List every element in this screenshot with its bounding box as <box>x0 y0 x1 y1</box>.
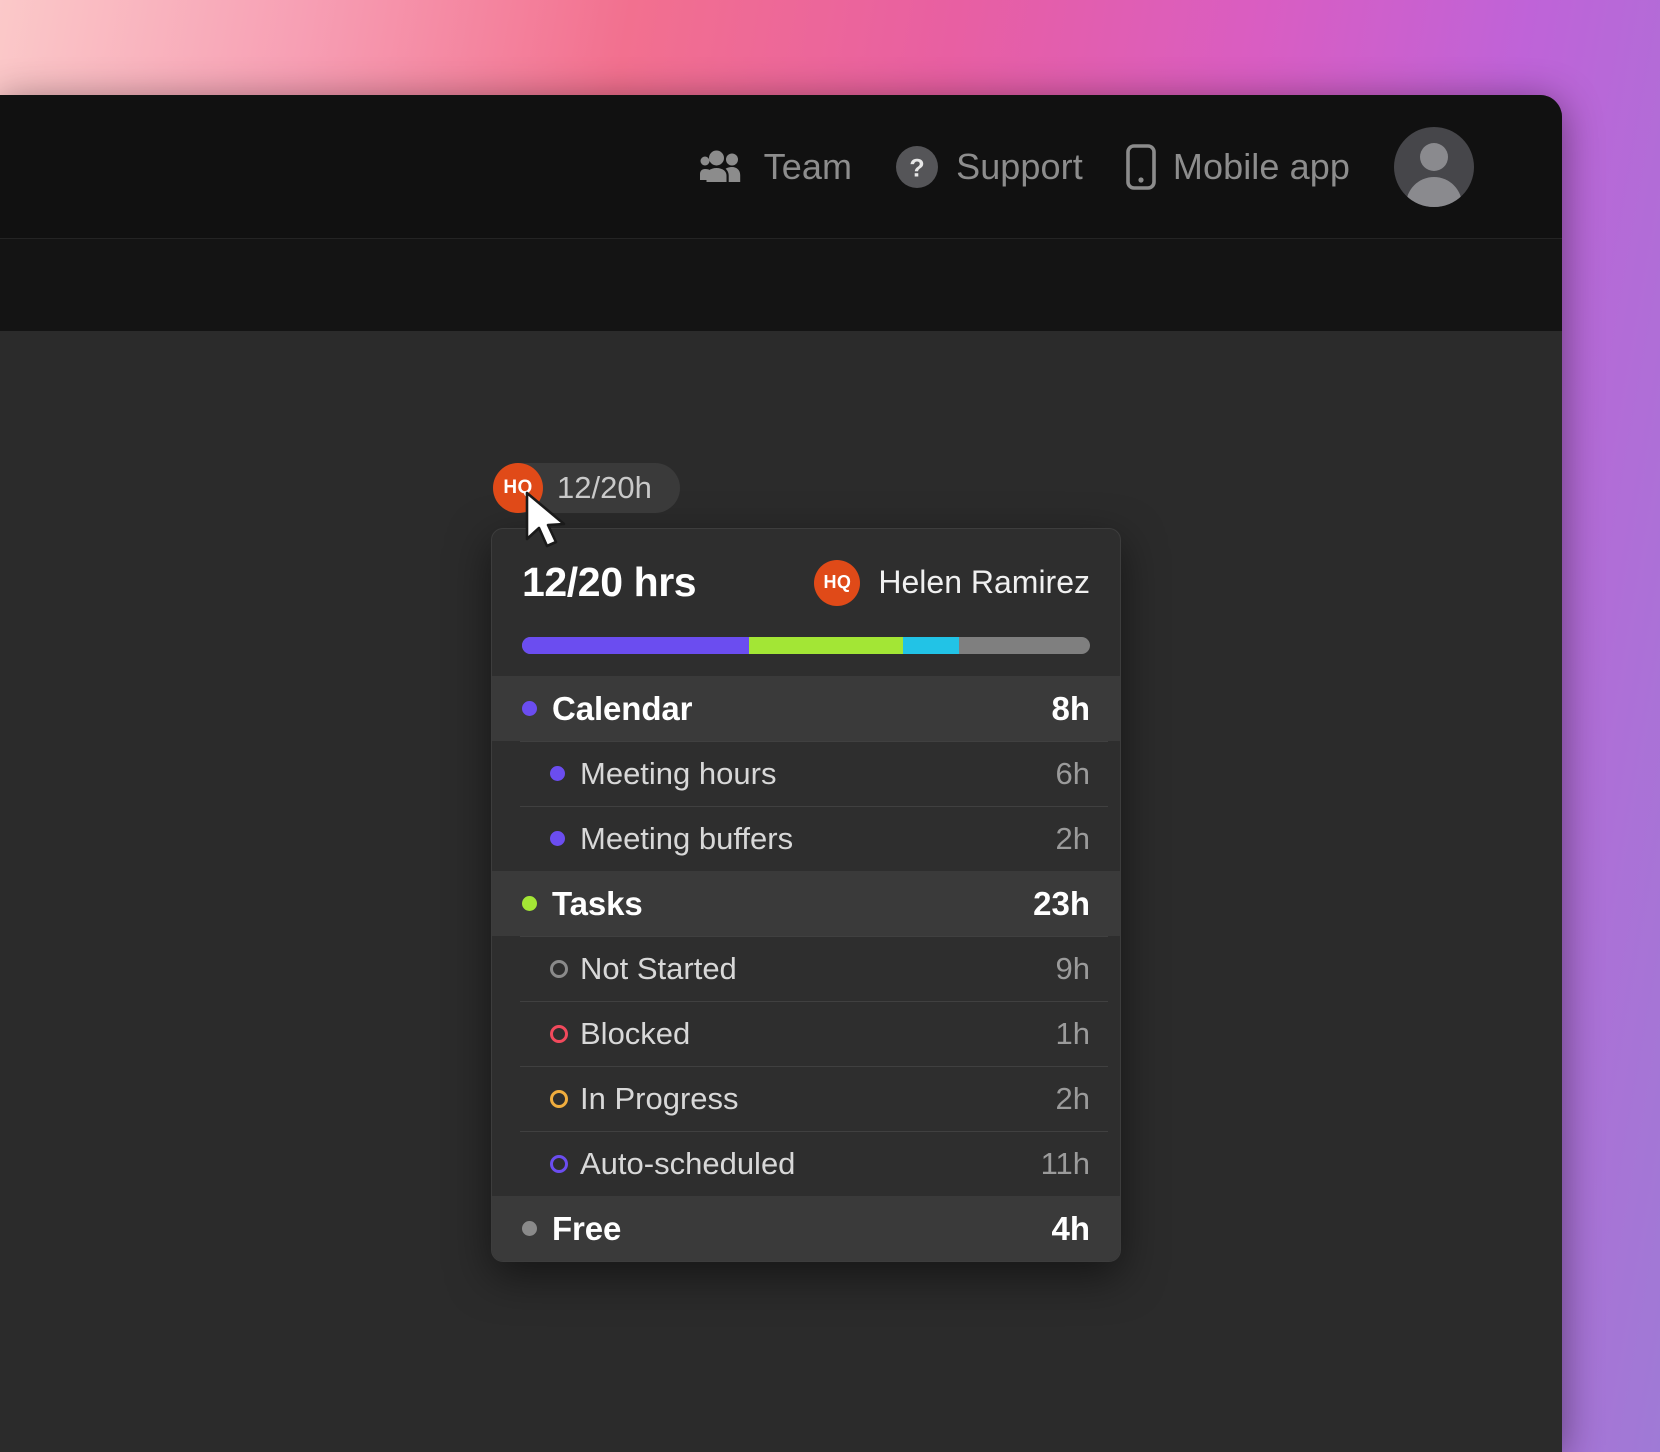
chip-hours-label: 12/20h <box>557 470 652 505</box>
workload-progress-bar <box>522 637 1090 654</box>
card-owner[interactable]: HQ Helen Ramirez <box>814 559 1090 606</box>
ring-amber-icon <box>550 1089 568 1108</box>
row-meeting-buffers[interactable]: Meeting buffers 2h <box>492 806 1120 871</box>
avatar-body-shape <box>1406 176 1462 207</box>
mobile-phone-icon <box>1125 143 1157 191</box>
hours-chip[interactable]: HQ 12/20h <box>493 463 680 513</box>
nav-item-mobile-app[interactable]: Mobile app <box>1125 143 1350 191</box>
row-marker <box>550 959 580 978</box>
secondary-toolbar <box>0 238 1562 331</box>
row-tasks[interactable]: Tasks 23h <box>492 871 1120 936</box>
row-value: 1h <box>1055 1015 1090 1051</box>
row-label: Auto-scheduled <box>580 1145 796 1181</box>
owner-initials-badge: HQ <box>814 559 861 606</box>
progress-segment-in-progress <box>902 637 960 654</box>
top-navigation-bar: Team ? Support Mobile app <box>0 95 1562 238</box>
team-icon <box>699 147 748 187</box>
row-meeting-hours[interactable]: Meeting hours 6h <box>492 741 1120 806</box>
row-value: 6h <box>1055 755 1090 791</box>
help-circle-icon: ? <box>894 144 940 190</box>
row-in-progress[interactable]: In Progress 2h <box>492 1066 1120 1131</box>
nav-item-team[interactable]: Team <box>699 145 853 188</box>
ring-gray-icon <box>550 959 568 978</box>
nav-item-label: Mobile app <box>1172 145 1350 187</box>
progress-segment-calendar <box>522 637 750 654</box>
nav-item-support[interactable]: ? Support <box>894 144 1083 190</box>
row-marker <box>522 896 552 911</box>
row-marker <box>522 701 552 716</box>
row-value: 2h <box>1055 820 1090 856</box>
chip-initials-badge: HQ <box>493 463 543 513</box>
row-marker <box>550 1154 580 1173</box>
row-label: In Progress <box>580 1080 739 1116</box>
row-label: Not Started <box>580 950 737 986</box>
dot-purple-icon <box>550 831 565 846</box>
row-label: Free <box>552 1209 622 1247</box>
row-marker <box>550 1089 580 1108</box>
row-value: 2h <box>1055 1080 1090 1116</box>
row-value: 23h <box>1033 884 1090 922</box>
row-label: Blocked <box>580 1015 691 1051</box>
row-label: Calendar <box>552 689 693 727</box>
breakdown-row-list: Calendar 8h Meeting hours 6h Meeting buffers… <box>492 676 1120 1261</box>
nav-item-label: Support <box>956 145 1083 187</box>
dot-purple-icon <box>550 766 565 781</box>
row-label: Tasks <box>552 884 643 922</box>
row-marker <box>550 831 580 846</box>
row-label: Meeting hours <box>580 755 777 791</box>
row-value: 8h <box>1051 689 1090 727</box>
card-header: 12/20 hrs HQ Helen Ramirez <box>492 529 1120 606</box>
row-value: 11h <box>1040 1145 1090 1181</box>
progress-segment-free <box>959 637 1073 654</box>
svg-text:?: ? <box>909 154 924 182</box>
ring-red-icon <box>550 1024 568 1043</box>
row-value: 4h <box>1051 1209 1090 1247</box>
app-window: Team ? Support Mobile app HQ 12/20h 12/2… <box>0 95 1562 1452</box>
row-calendar[interactable]: Calendar 8h <box>492 676 1120 741</box>
row-marker <box>522 1221 552 1236</box>
avatar[interactable] <box>1394 126 1474 207</box>
ring-purple-icon <box>550 1154 568 1173</box>
dot-purple-icon <box>522 701 537 716</box>
nav-item-label: Team <box>763 145 853 187</box>
card-title: 12/20 hrs <box>522 559 697 605</box>
owner-name: Helen Ramirez <box>878 564 1090 600</box>
user-avatar-placeholder <box>1420 142 1448 171</box>
row-label: Meeting buffers <box>580 820 794 856</box>
row-marker <box>550 766 580 781</box>
workload-popover-card: 12/20 hrs HQ Helen Ramirez Calendar 8h Mee… <box>491 528 1121 1262</box>
dot-green-icon <box>522 896 537 911</box>
dot-gray-icon <box>522 1221 537 1236</box>
row-marker <box>550 1024 580 1043</box>
row-free[interactable]: Free 4h <box>492 1196 1120 1261</box>
row-value: 9h <box>1055 950 1090 986</box>
row-auto-scheduled[interactable]: Auto-scheduled 11h <box>492 1131 1120 1196</box>
progress-segment-tasks <box>749 637 903 654</box>
row-not-started[interactable]: Not Started 9h <box>492 936 1120 1001</box>
row-blocked[interactable]: Blocked 1h <box>492 1001 1120 1066</box>
